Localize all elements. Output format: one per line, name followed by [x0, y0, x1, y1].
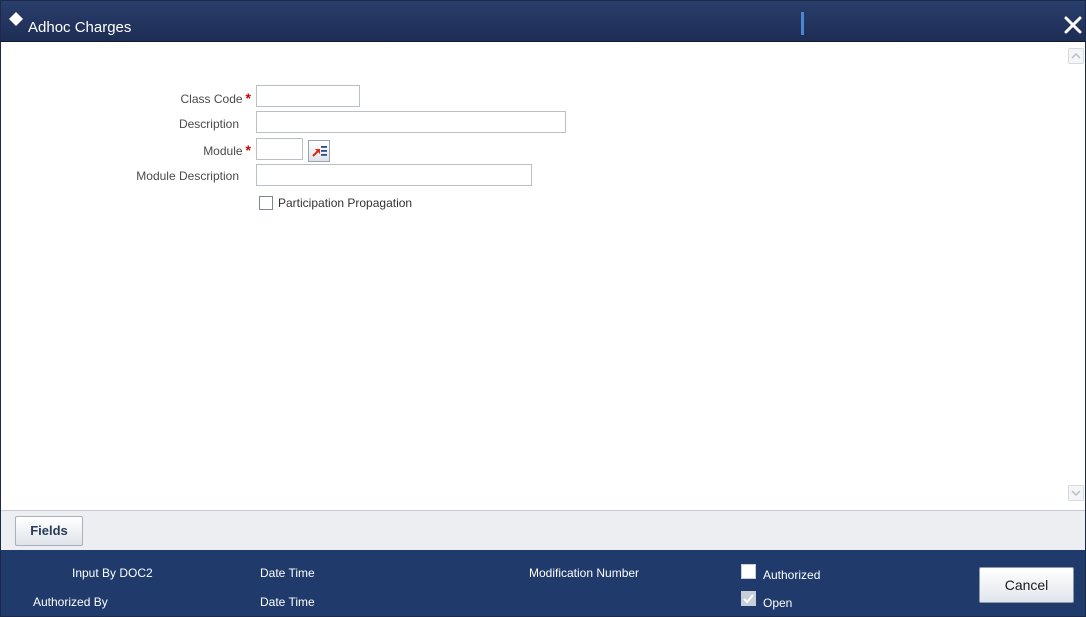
input-by-text: Input By DOC2: [72, 566, 153, 580]
participation-propagation-label: Participation Propagation: [278, 196, 413, 210]
participation-propagation-checkbox[interactable]: [259, 196, 273, 210]
date-time-text: Date Time: [260, 595, 315, 609]
checkmark-icon: [743, 594, 754, 604]
modification-number-text: Modification Number: [529, 566, 640, 580]
open-label: Open: [763, 596, 793, 610]
class-code-label: Class Code *: [121, 91, 251, 106]
list-of-values-icon[interactable]: [308, 140, 330, 162]
scroll-up-icon[interactable]: [1068, 48, 1084, 64]
close-icon[interactable]: [1062, 14, 1084, 36]
date-time-text: Date Time: [260, 566, 315, 580]
cancel-button[interactable]: Cancel: [979, 567, 1074, 603]
description-label: Description: [178, 117, 239, 131]
required-marker: *: [245, 90, 251, 106]
class-code-input[interactable]: [256, 85, 360, 107]
title-bar-marker: [801, 12, 804, 35]
tab-fields[interactable]: Fields: [15, 516, 83, 546]
module-label: Module *: [121, 143, 251, 158]
tab-strip: Fields: [1, 510, 1085, 550]
authorized-checkbox: [741, 564, 756, 579]
module-description-input[interactable]: [256, 164, 532, 186]
module-input[interactable]: [256, 138, 303, 160]
window-title: Adhoc Charges: [28, 19, 132, 36]
authorized-by-text: Authorized By: [33, 595, 108, 609]
open-checkbox: [741, 591, 756, 606]
description-input[interactable]: [256, 111, 566, 133]
module-label-text: Module: [203, 144, 243, 158]
class-code-label-text: Class Code: [180, 92, 243, 106]
audit-footer: Input By DOC2 Authorized By Date Time Da…: [1, 550, 1085, 616]
diamond-icon: [9, 12, 23, 26]
title-bar[interactable]: Adhoc Charges: [1, 1, 1085, 42]
required-marker: *: [245, 142, 251, 158]
module-description-label: Module Description: [136, 169, 239, 183]
adhoc-charges-window: Adhoc Charges Class Code * Description Mo…: [0, 0, 1086, 617]
scroll-down-icon[interactable]: [1068, 485, 1084, 501]
authorized-label: Authorized: [763, 568, 821, 582]
